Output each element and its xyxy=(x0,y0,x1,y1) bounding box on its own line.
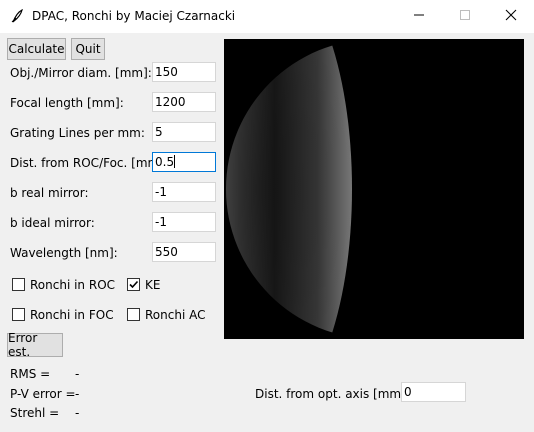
roc-distance-input[interactable]: 0.5 xyxy=(152,152,216,172)
ronchigram-canvas xyxy=(224,39,524,339)
close-icon xyxy=(505,9,517,24)
grating-lines-label: Grating Lines per mm: xyxy=(10,126,145,140)
pv-error-value: - xyxy=(75,387,80,401)
title-bar: DPAC, Ronchi by Maciej Czarnacki xyxy=(0,0,534,33)
wavelength-input[interactable]: 550 xyxy=(152,242,216,262)
close-button[interactable] xyxy=(488,0,534,33)
roc-distance-label: Dist. from ROC/Foc. [mm]: xyxy=(10,156,168,170)
focal-length-input[interactable]: 1200 xyxy=(152,92,216,112)
minimize-button[interactable] xyxy=(396,0,442,33)
ke-label: KE xyxy=(145,278,161,292)
b-ideal-label: b ideal mirror: xyxy=(10,216,95,230)
ronchi-foc-checkbox[interactable] xyxy=(12,308,25,321)
b-ideal-input[interactable]: -1 xyxy=(152,212,216,232)
ronchi-roc-checkbox[interactable] xyxy=(12,278,25,291)
b-real-label: b real mirror: xyxy=(10,186,89,200)
ronchi-roc-label: Ronchi in ROC xyxy=(30,278,116,292)
pv-error-label: P-V error = xyxy=(10,387,76,401)
b-real-input[interactable]: -1 xyxy=(152,182,216,202)
strehl-value: - xyxy=(75,406,80,420)
roc-distance-value: 0.5 xyxy=(155,155,175,169)
feather-icon xyxy=(10,8,24,23)
text-caret xyxy=(174,155,176,168)
axis-distance-label: Dist. from opt. axis [mm]: xyxy=(255,387,410,401)
ronchi-foc-label: Ronchi in FOC xyxy=(30,308,114,322)
rms-label: RMS = xyxy=(10,367,51,381)
ke-checkbox[interactable] xyxy=(127,278,140,291)
maximize-button[interactable] xyxy=(442,0,488,33)
strehl-label: Strehl = xyxy=(10,406,60,420)
grating-lines-input[interactable]: 5 xyxy=(152,122,216,142)
error-estimate-button[interactable]: Error est. xyxy=(7,331,63,359)
focal-length-label: Focal length [mm]: xyxy=(10,96,124,110)
rms-value: - xyxy=(75,367,80,381)
ronchigram-image xyxy=(226,39,352,339)
mirror-diameter-input[interactable]: 150 xyxy=(152,62,216,82)
quit-button[interactable]: Quit xyxy=(71,38,105,60)
ronchi-ac-checkbox[interactable] xyxy=(127,308,140,321)
axis-distance-input[interactable]: 0 xyxy=(401,382,466,402)
wavelength-label: Wavelength [nm]: xyxy=(10,246,118,260)
mirror-diameter-label: Obj./Mirror diam. [mm]: xyxy=(10,66,152,80)
ronchi-ac-label: Ronchi AC xyxy=(145,308,206,322)
window-title: DPAC, Ronchi by Maciej Czarnacki xyxy=(32,9,236,23)
maximize-icon xyxy=(459,9,471,24)
calculate-button[interactable]: Calculate xyxy=(7,38,66,60)
minimize-icon xyxy=(413,9,425,24)
ronchi-band xyxy=(226,39,352,339)
